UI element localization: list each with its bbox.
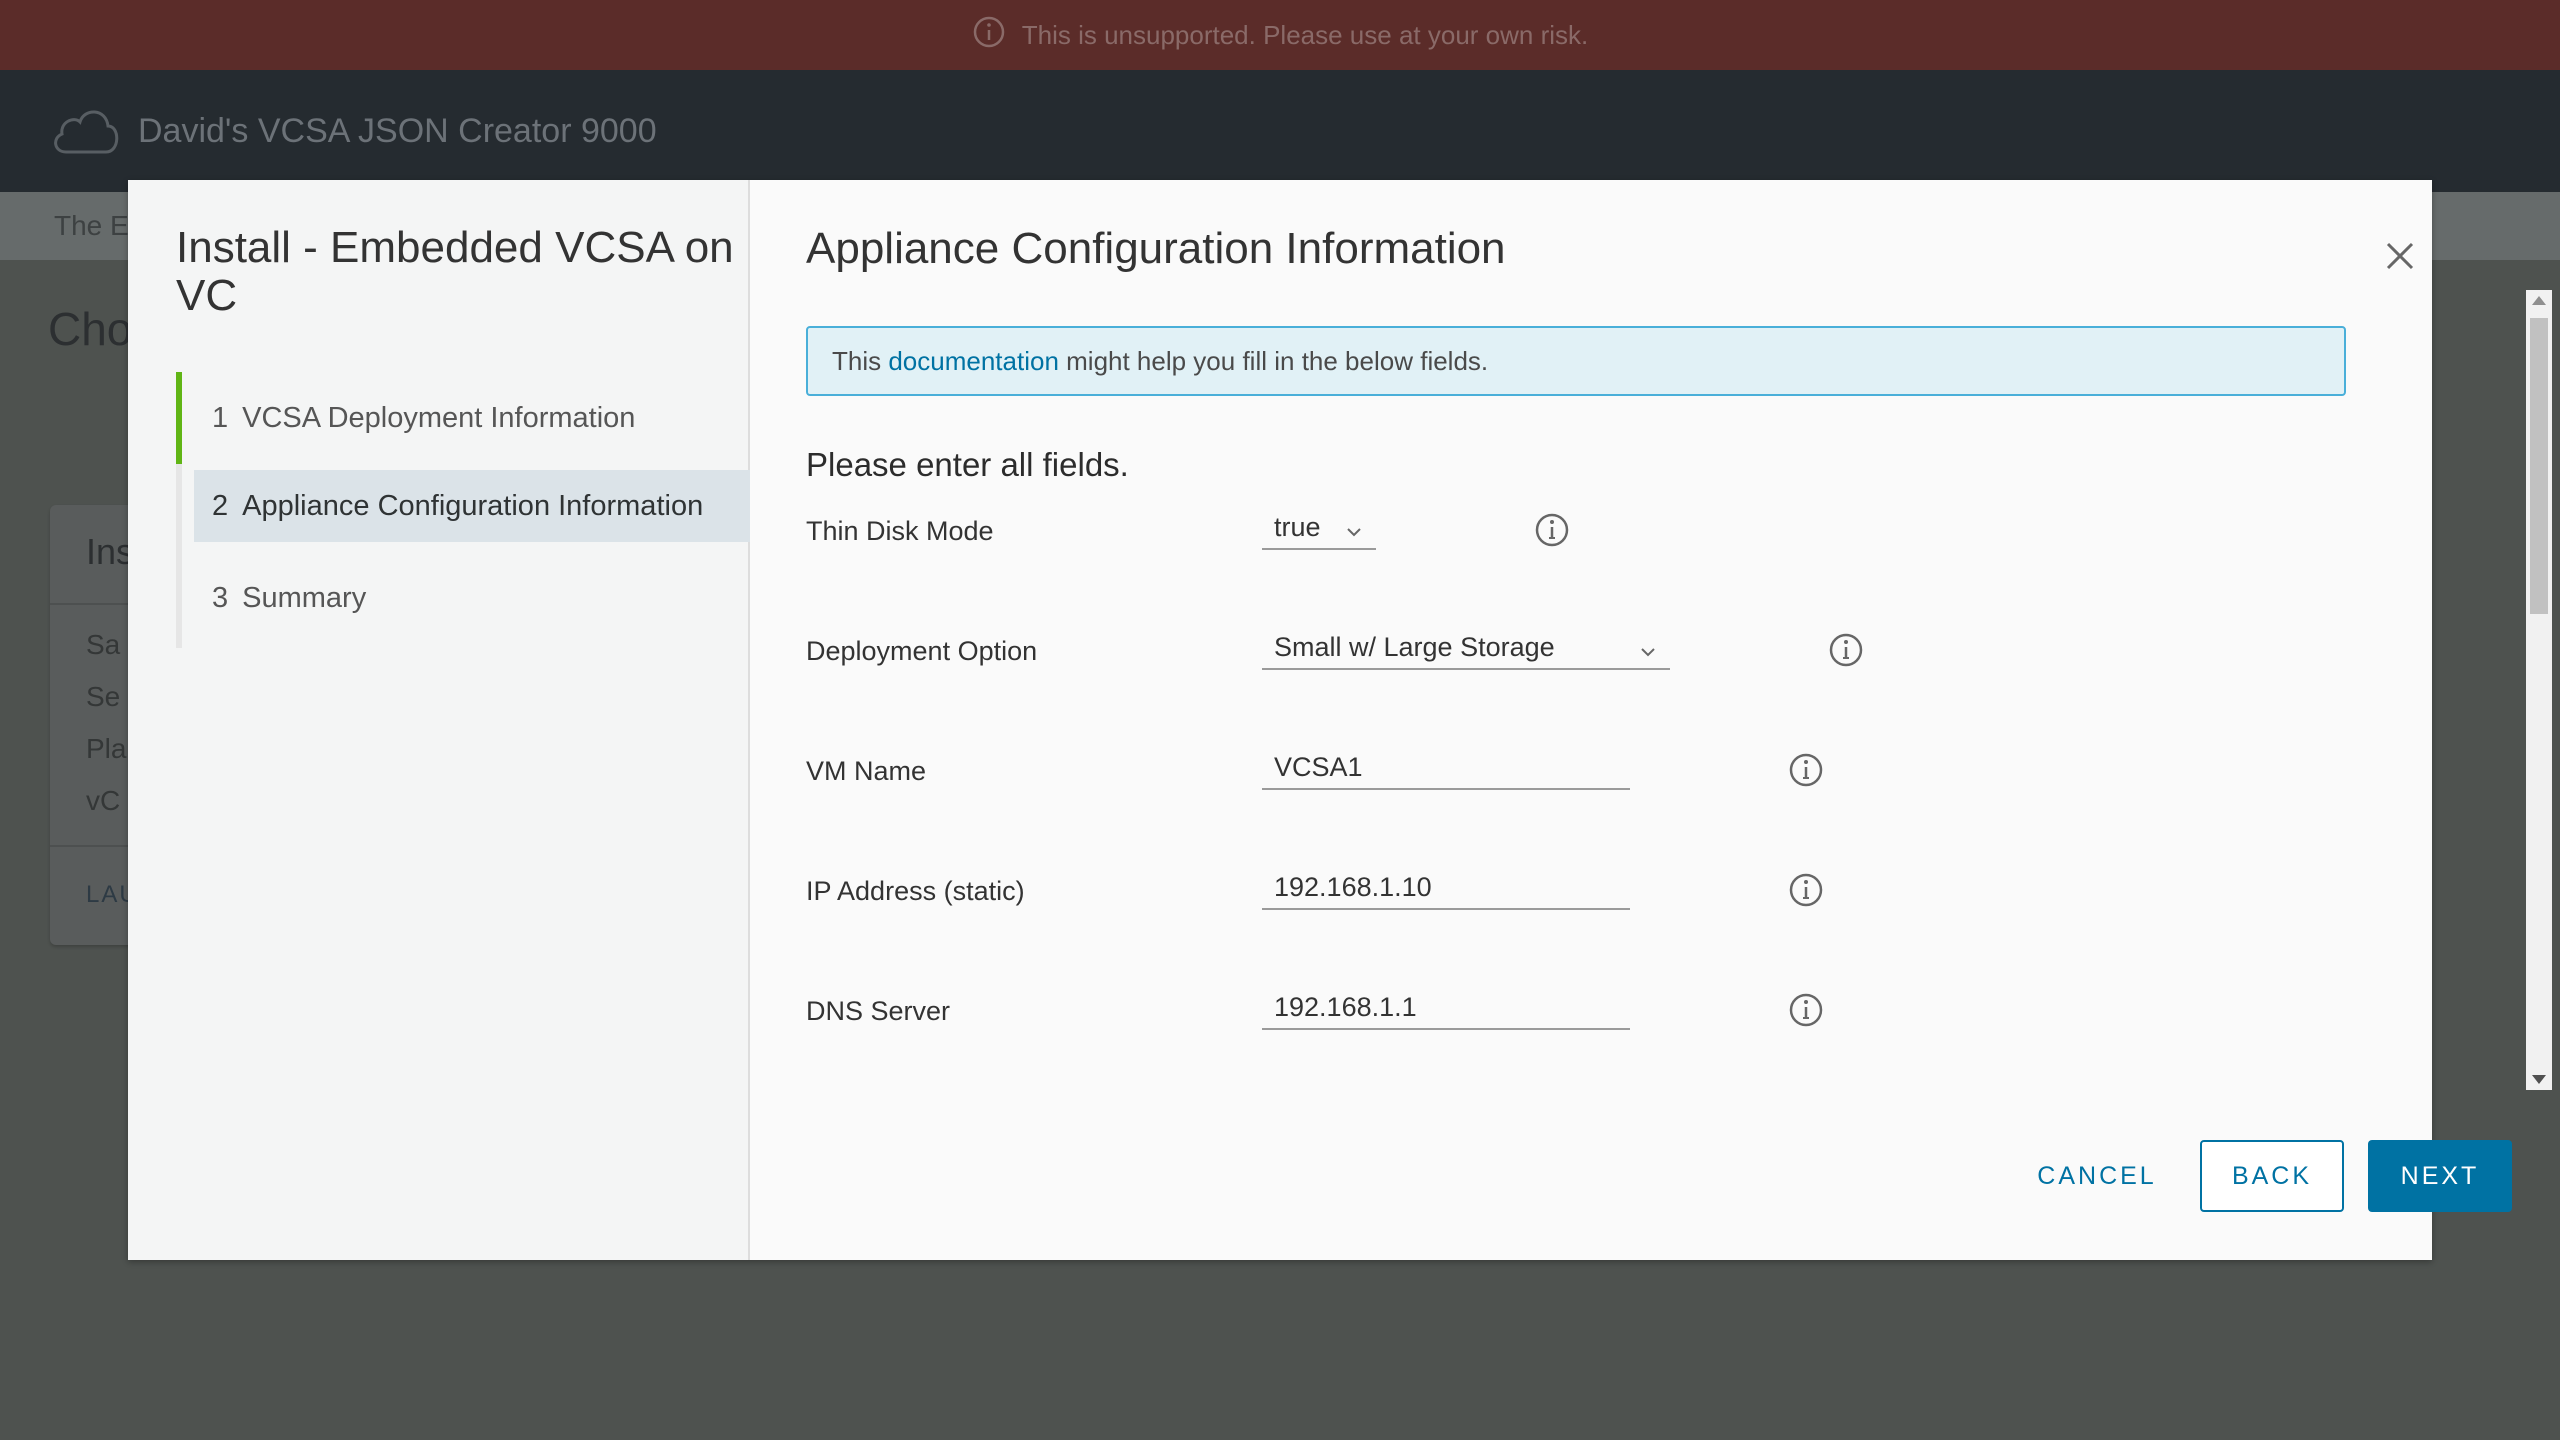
card-title: Ins xyxy=(86,531,135,572)
info-circle-icon[interactable] xyxy=(1788,992,1824,1028)
scroll-up-arrow[interactable] xyxy=(2532,296,2546,305)
step-label: VCSA Deployment Information xyxy=(242,401,636,434)
info-circle-icon[interactable] xyxy=(1788,872,1824,908)
thin-disk-mode-select[interactable]: true xyxy=(1262,506,1376,550)
input-value: 192.168.1.10 xyxy=(1274,871,1432,902)
form-scroll-area[interactable]: This documentation might help you fill i… xyxy=(750,290,2410,1090)
step-number: 1 xyxy=(212,401,229,434)
alert-suffix: might help you fill in the below fields. xyxy=(1058,345,1489,376)
scroll-down-arrow[interactable] xyxy=(2532,1075,2546,1084)
input-value: 192.168.1.1 xyxy=(1274,991,1417,1022)
dns-server-label: DNS Server xyxy=(806,996,951,1026)
info-circle-icon xyxy=(972,15,1006,56)
unsupported-banner: This is unsupported. Please use at your … xyxy=(0,0,2560,70)
card-row: Sa xyxy=(86,629,121,660)
select-value: Small w/ Large Storage xyxy=(1274,631,1555,662)
step-number: 2 xyxy=(212,489,229,522)
input-value: VCSA1 xyxy=(1274,751,1363,782)
step-label: Summary xyxy=(242,581,367,614)
wizard-title: Install - Embedded VCSA on VC xyxy=(176,223,734,320)
form-intro: Please enter all fields. xyxy=(806,446,1129,483)
close-icon[interactable] xyxy=(2380,236,2420,276)
card-rows: Sa Se Pla vC xyxy=(86,629,126,817)
deployment-option-select[interactable]: Small w/ Large Storage xyxy=(1262,626,1670,670)
wizard-content: Appliance Configuration Information This… xyxy=(750,180,2552,1260)
wizard-step-3[interactable]: 3 Summary xyxy=(194,562,750,634)
documentation-link[interactable]: documentation xyxy=(888,346,1059,377)
info-circle-icon[interactable] xyxy=(1828,632,1864,668)
deployment-option-label: Deployment Option xyxy=(806,636,1038,666)
alert-prefix: This xyxy=(832,345,889,376)
form-scrollbar[interactable] xyxy=(2526,290,2552,1090)
cancel-button[interactable]: CANCEL xyxy=(2022,1140,2172,1212)
chevron-down-icon xyxy=(1344,518,1364,538)
vm-name-label: VM Name xyxy=(806,756,927,786)
vm-name-input[interactable]: VCSA1 xyxy=(1262,746,1630,790)
dns-server-input[interactable]: 192.168.1.1 xyxy=(1262,986,1630,1030)
subnav-text: The E xyxy=(54,210,129,241)
step-progress-indicator xyxy=(176,372,182,464)
select-value: true xyxy=(1274,511,1321,542)
app-header: David's VCSA JSON Creator 9000 xyxy=(0,70,2560,192)
install-wizard-modal: Install - Embedded VCSA on VC 1 VCSA Dep… xyxy=(128,180,2552,1260)
wizard-nav: Install - Embedded VCSA on VC 1 VCSA Dep… xyxy=(128,180,750,1260)
info-circle-icon[interactable] xyxy=(1534,512,1570,548)
banner-text: This is unsupported. Please use at your … xyxy=(1021,19,1589,50)
scrollbar-thumb[interactable] xyxy=(2530,318,2548,614)
card-row: Pla xyxy=(86,733,127,764)
step-number: 3 xyxy=(212,581,229,614)
wizard-step-1[interactable]: 1 VCSA Deployment Information xyxy=(194,382,750,454)
card-row: Se xyxy=(86,681,121,712)
page-title: Appliance Configuration Information xyxy=(806,224,1506,273)
ip-address-input[interactable]: 192.168.1.10 xyxy=(1262,866,1630,910)
info-alert: This documentation might help you fill i… xyxy=(806,326,2346,396)
cloud-logo-icon xyxy=(48,98,138,165)
chevron-down-icon xyxy=(1638,638,1658,658)
background-page-title: Cho xyxy=(48,303,133,355)
card-row: vC xyxy=(86,785,121,816)
ip-address-label: IP Address (static) xyxy=(806,876,1025,906)
app-title: David's VCSA JSON Creator 9000 xyxy=(138,111,657,150)
wizard-step-2[interactable]: 2 Appliance Configuration Information xyxy=(194,470,750,542)
step-label: Appliance Configuration Information xyxy=(242,489,704,522)
thin-disk-mode-label: Thin Disk Mode xyxy=(806,516,994,546)
next-button[interactable]: NEXT xyxy=(2368,1140,2512,1212)
back-button[interactable]: BACK xyxy=(2200,1140,2344,1212)
info-circle-icon[interactable] xyxy=(1788,752,1824,788)
